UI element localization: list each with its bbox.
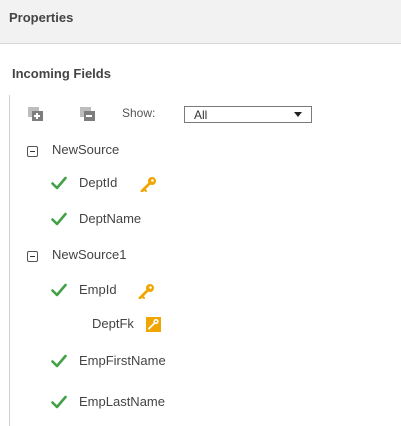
foreign-key-icon <box>146 317 161 332</box>
checkmark-icon[interactable] <box>51 212 67 226</box>
field-name[interactable]: DeptId <box>79 175 117 190</box>
checkmark-icon[interactable] <box>51 283 67 297</box>
show-label: Show: <box>122 106 156 120</box>
properties-title: Properties <box>9 10 74 25</box>
checkmark-icon[interactable] <box>51 354 67 368</box>
source-name[interactable]: NewSource <box>52 142 119 157</box>
checkmark-icon[interactable] <box>51 176 67 190</box>
field-name[interactable]: EmpLastName <box>79 394 165 409</box>
field-name[interactable]: DeptName <box>79 211 141 226</box>
properties-header: Properties <box>0 0 401 44</box>
show-filter-value: All <box>194 108 208 122</box>
key-icon <box>140 177 156 192</box>
field-name[interactable]: DeptFk <box>92 316 134 331</box>
key-icon <box>138 284 154 299</box>
chevron-down-icon <box>294 112 302 117</box>
show-filter-select[interactable]: All <box>184 106 312 123</box>
collapse-all-icon[interactable] <box>79 106 97 122</box>
source-name[interactable]: NewSource1 <box>52 247 126 262</box>
field-name[interactable]: EmpFirstName <box>79 353 166 368</box>
incoming-fields-title: Incoming Fields <box>12 66 111 81</box>
collapse-toggle-newsource[interactable] <box>27 146 38 157</box>
checkmark-icon[interactable] <box>51 395 67 409</box>
expand-all-icon[interactable] <box>27 106 45 122</box>
field-name[interactable]: EmpId <box>79 282 117 297</box>
collapse-toggle-newsource1[interactable] <box>27 251 38 262</box>
